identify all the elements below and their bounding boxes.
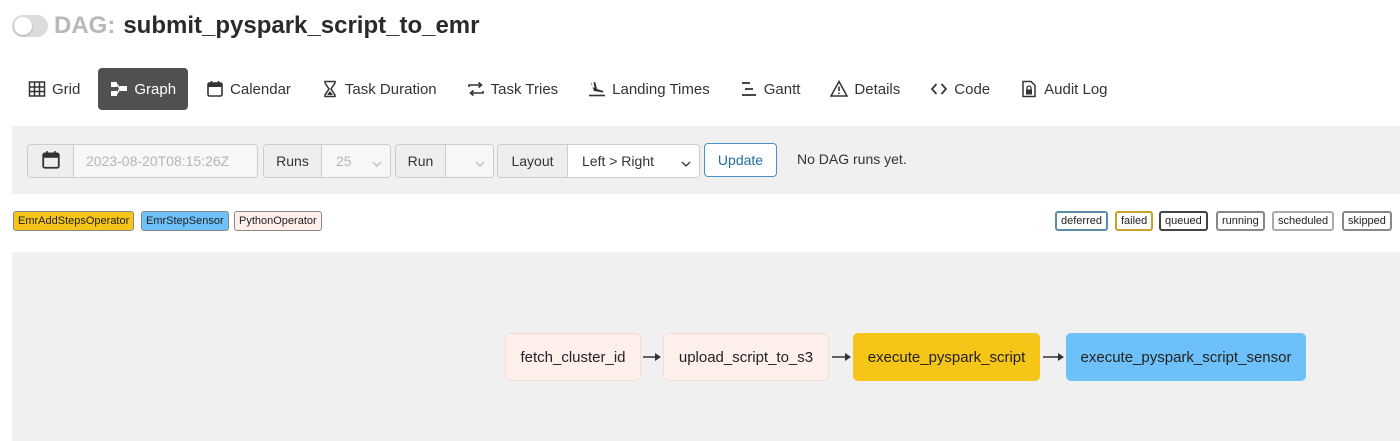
operator-legend-emraddsteps: EmrAddStepsOperator	[13, 211, 135, 231]
edge-arrow	[643, 353, 661, 361]
toggle-knob	[14, 17, 32, 35]
layout-select[interactable]: Left > Right	[568, 145, 699, 177]
view-tabs: Grid Graph Calendar Task Duration Task T…	[16, 68, 1126, 110]
warning-triangle-icon	[830, 80, 849, 98]
layout-value: Left > Right	[582, 153, 654, 169]
tab-graph[interactable]: Graph	[98, 68, 189, 110]
tab-label: Calendar	[230, 80, 291, 98]
tab-label: Code	[954, 80, 991, 98]
task-node-execute-pyspark-script[interactable]: execute_pyspark_script	[853, 333, 1040, 381]
run-label: Run	[396, 145, 446, 177]
task-node-execute-pyspark-script-sensor[interactable]: execute_pyspark_script_sensor	[1066, 333, 1306, 381]
tab-label: Landing Times	[612, 80, 710, 98]
runs-select[interactable]: 25	[322, 145, 390, 177]
state-legend-failed: failed	[1115, 211, 1154, 231]
hourglass-icon	[321, 80, 339, 98]
chevron-down-icon	[372, 156, 382, 167]
runs-value: 25	[336, 153, 352, 169]
tab-label: Graph	[134, 80, 177, 98]
state-legend-running: running	[1216, 211, 1265, 231]
operator-legend-emrstepsensor: EmrStepSensor	[141, 211, 229, 231]
tab-details[interactable]: Details	[818, 68, 912, 110]
state-legend-scheduled: scheduled	[1272, 211, 1335, 231]
edge-arrow	[832, 353, 851, 361]
update-button[interactable]: Update	[704, 143, 777, 177]
tab-task-duration[interactable]: Task Duration	[309, 68, 449, 110]
layout-group: Layout Left > Right	[497, 144, 700, 178]
execution-date-input[interactable]: 2023-08-20T08:15:26Z	[74, 145, 257, 177]
run-select[interactable]	[446, 145, 493, 177]
tab-label: Grid	[52, 80, 81, 98]
runs-label: Runs	[264, 145, 322, 177]
chevron-down-icon	[681, 156, 691, 167]
status-text: No DAG runs yet.	[797, 151, 907, 167]
layout-label: Layout	[498, 145, 568, 177]
task-node-upload-script-to-s3[interactable]: upload_script_to_s3	[663, 333, 829, 381]
runs-group: Runs 25	[263, 144, 391, 178]
tab-audit-log[interactable]: Audit Log	[1008, 68, 1119, 110]
tab-gantt[interactable]: Gantt	[728, 68, 813, 110]
pause-toggle[interactable]	[12, 15, 48, 37]
tab-landing-times[interactable]: Landing Times	[576, 68, 722, 110]
chevron-down-icon	[475, 156, 485, 167]
filter-bar: 2023-08-20T08:15:26Z Runs 25 Run Layout …	[12, 126, 1400, 194]
landing-icon	[588, 80, 606, 98]
page-title: submit_pyspark_script_to_emr	[123, 12, 480, 39]
state-legend-deferred: deferred	[1055, 211, 1108, 231]
tab-label: Gantt	[763, 80, 801, 98]
tab-calendar[interactable]: Calendar	[194, 68, 303, 110]
file-lock-icon	[1020, 80, 1038, 98]
tab-label: Task Tries	[490, 80, 559, 98]
tab-label: Audit Log	[1044, 80, 1108, 98]
tab-label: Task Duration	[344, 80, 437, 98]
dag-prefix: DAG:	[54, 12, 116, 39]
grid-icon	[28, 80, 46, 98]
tab-label: Details	[854, 80, 901, 98]
graph-icon	[110, 80, 128, 98]
calendar-icon	[206, 80, 224, 98]
graph-canvas: fetch_cluster_id upload_script_to_s3 exe…	[12, 252, 1400, 441]
run-group: Run	[395, 144, 494, 178]
task-node-fetch-cluster-id[interactable]: fetch_cluster_id	[505, 333, 641, 381]
tab-code[interactable]: Code	[918, 68, 1002, 110]
tab-task-tries[interactable]: Task Tries	[455, 68, 571, 110]
edge-arrow	[1043, 353, 1064, 361]
gantt-icon	[740, 80, 758, 98]
retry-icon	[467, 80, 485, 98]
date-picker-button[interactable]	[28, 145, 74, 177]
page-header: DAG: submit_pyspark_script_to_emr	[12, 8, 479, 44]
code-icon	[930, 80, 948, 98]
operator-legend-pythonoperator: PythonOperator	[234, 211, 322, 231]
date-picker-group: 2023-08-20T08:15:26Z	[27, 144, 258, 178]
state-legend-queued: queued	[1159, 211, 1208, 231]
calendar-icon	[41, 150, 61, 173]
tab-grid[interactable]: Grid	[16, 68, 92, 110]
state-legend-skipped: skipped	[1342, 211, 1392, 231]
